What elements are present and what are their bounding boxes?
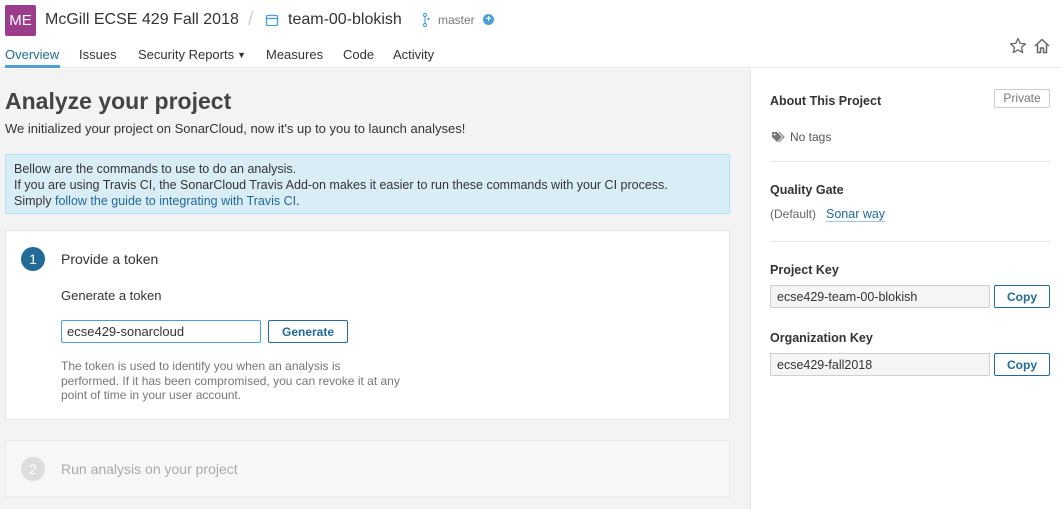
quality-gate-default-label: (Default)	[770, 207, 817, 221]
step-run-analysis: 2 Run analysis on your project	[5, 440, 730, 497]
info-line-2: If you are using Travis CI, the SonarClo…	[14, 178, 668, 192]
page-subtitle: We initialized your project on SonarClou…	[5, 121, 466, 136]
info-line-3-suffix: .	[296, 194, 300, 208]
branch-name[interactable]: master	[438, 13, 475, 27]
page-title: Analyze your project	[5, 88, 232, 114]
step-title: Run analysis on your project	[61, 461, 238, 477]
organization-key-heading: Organization Key	[770, 331, 873, 345]
divider	[770, 161, 1050, 162]
branch-icon	[422, 12, 430, 28]
star-icon[interactable]	[1009, 37, 1027, 55]
add-branch-icon[interactable]: +	[483, 14, 494, 25]
tab-security-reports[interactable]: Security Reports ▼	[138, 47, 246, 62]
divider	[770, 241, 1050, 242]
generate-token-label: Generate a token	[61, 288, 162, 303]
breadcrumb-separator: /	[248, 9, 254, 30]
home-icon[interactable]	[1033, 37, 1051, 55]
organization-key-field[interactable]	[770, 353, 990, 376]
token-help-text: The token is used to identify you when a…	[61, 359, 400, 402]
copy-project-key-button[interactable]: Copy	[994, 285, 1050, 308]
private-badge: Private	[994, 89, 1050, 108]
tab-code[interactable]: Code	[343, 47, 374, 62]
about-project-heading: About This Project	[770, 94, 882, 108]
quality-gate-link[interactable]: Sonar way	[826, 207, 886, 222]
step-number: 1	[21, 247, 45, 271]
tab-issues[interactable]: Issues	[79, 47, 117, 62]
info-line-3: Simply follow the guide to integrating w…	[14, 193, 721, 209]
project-key-heading: Project Key	[770, 263, 839, 277]
quality-gate-heading: Quality Gate	[770, 183, 844, 197]
org-avatar[interactable]: ME	[5, 5, 36, 36]
active-tab-indicator	[5, 65, 60, 68]
chevron-down-icon: ▼	[237, 50, 247, 60]
tab-measures[interactable]: Measures	[266, 47, 323, 62]
token-name-input[interactable]	[61, 320, 261, 343]
tab-overview[interactable]: Overview	[5, 47, 59, 62]
top-bar: ME McGill ECSE 429 Fall 2018 / team-00-b…	[0, 0, 1061, 68]
copy-organization-key-button[interactable]: Copy	[994, 353, 1050, 376]
project-icon	[265, 14, 279, 27]
tab-security-reports-label: Security Reports	[138, 47, 235, 62]
info-line-1: Bellow are the commands to use to do an …	[14, 162, 297, 176]
tag-icon	[772, 131, 785, 143]
no-tags-text[interactable]: No tags	[790, 130, 831, 144]
project-name-link[interactable]: team-00-blokish	[288, 11, 402, 29]
step-title: Provide a token	[61, 251, 159, 267]
org-name-link[interactable]: McGill ECSE 429 Fall 2018	[45, 11, 239, 29]
step-number: 2	[21, 457, 45, 481]
step-provide-token: 1 Provide a token Generate a token Gener…	[5, 230, 730, 420]
info-line-3-prefix: Simply	[14, 194, 55, 208]
travis-guide-link[interactable]: follow the guide to integrating with Tra…	[55, 194, 296, 208]
generate-button[interactable]: Generate	[268, 320, 348, 343]
project-key-field[interactable]	[770, 285, 990, 308]
tab-activity[interactable]: Activity	[393, 47, 434, 62]
info-alert: Bellow are the commands to use to do an …	[5, 154, 730, 214]
